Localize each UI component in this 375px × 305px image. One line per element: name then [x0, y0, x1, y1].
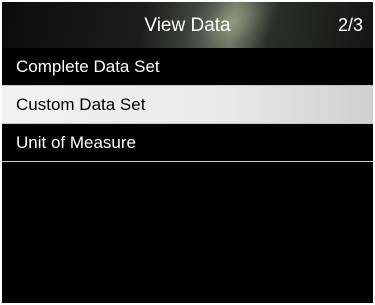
menu-item-label: Complete Data Set — [16, 57, 160, 76]
menu-item-label: Custom Data Set — [16, 95, 146, 114]
page-indicator: 2/3 — [337, 15, 363, 35]
menu-list: Complete Data Set Custom Data Set Unit o… — [2, 48, 373, 162]
scanner-screen: View Data 2/3 Complete Data Set Custom D… — [2, 2, 373, 303]
menu-item-label: Unit of Measure — [16, 133, 136, 152]
page-title: View Data — [144, 15, 231, 36]
menu-item-complete-data-set[interactable]: Complete Data Set — [2, 48, 373, 86]
menu-item-custom-data-set[interactable]: Custom Data Set — [2, 86, 373, 124]
menu-item-unit-of-measure[interactable]: Unit of Measure — [2, 124, 373, 162]
title-bar: View Data 2/3 — [2, 2, 373, 62]
